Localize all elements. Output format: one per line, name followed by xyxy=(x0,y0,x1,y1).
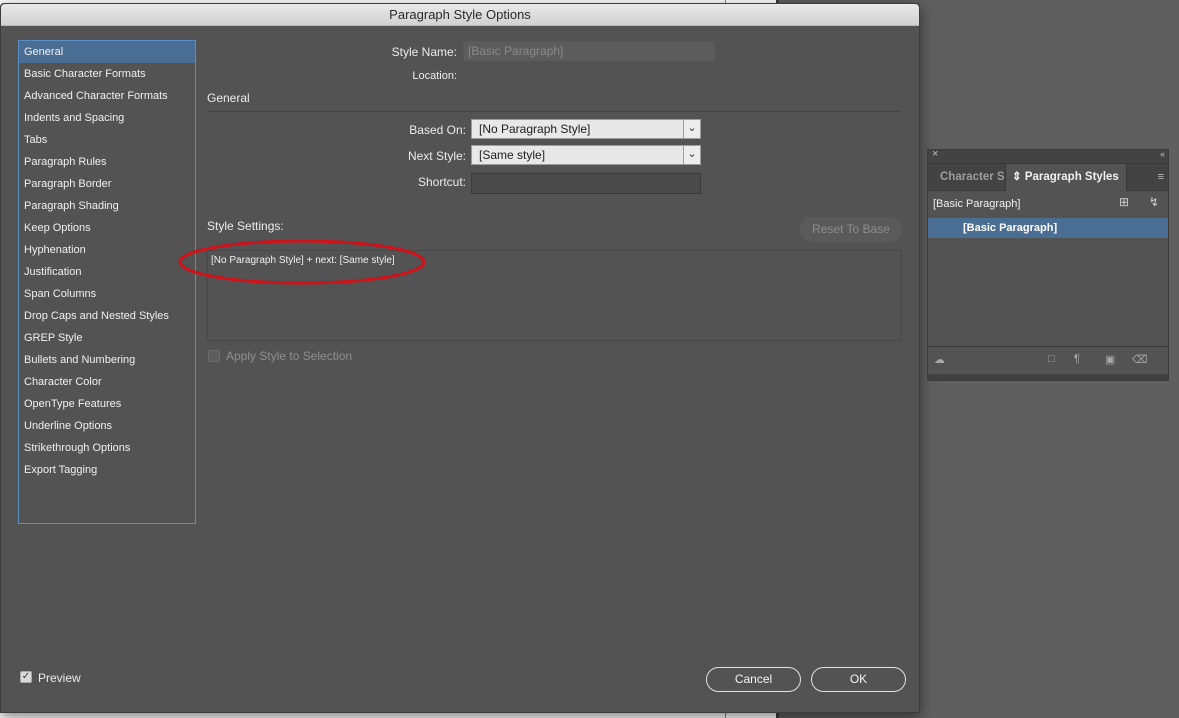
category-item[interactable]: Drop Caps and Nested Styles xyxy=(19,305,195,327)
category-item[interactable]: Indents and Spacing xyxy=(19,107,195,129)
dialog-title: Paragraph Style Options xyxy=(1,4,919,26)
category-item[interactable]: Paragraph Border xyxy=(19,173,195,195)
style-name-field[interactable]: [Basic Paragraph] xyxy=(463,41,715,61)
based-on-dropdown[interactable]: [No Paragraph Style] ⌄ xyxy=(471,119,701,139)
category-item[interactable]: Paragraph Rules xyxy=(19,151,195,173)
cancel-button[interactable]: Cancel xyxy=(706,667,801,692)
reset-to-base-button[interactable]: Reset To Base xyxy=(800,217,902,242)
category-item[interactable]: Paragraph Shading xyxy=(19,195,195,217)
based-on-label: Based On: xyxy=(409,123,466,137)
close-icon[interactable]: × xyxy=(932,148,938,160)
tab-paragraph-styles[interactable]: ⇕ Paragraph Styles xyxy=(1005,164,1127,191)
shortcut-input[interactable] xyxy=(471,173,701,194)
category-item[interactable]: Strikethrough Options xyxy=(19,437,195,459)
section-divider xyxy=(207,111,901,112)
lightning-icon[interactable]: ↯ xyxy=(1149,195,1159,209)
trash-icon[interactable]: ⌫ xyxy=(1132,353,1148,366)
next-style-label: Next Style: xyxy=(407,149,466,163)
red-highlight-ellipse xyxy=(178,239,426,285)
chevron-down-icon: ⌄ xyxy=(683,146,700,164)
panel-topbar: × ‹‹ xyxy=(928,148,1168,164)
category-list: General Basic Character Formats Advanced C… xyxy=(18,40,196,524)
new-style-icon[interactable]: ⊞ xyxy=(1119,195,1129,209)
category-item[interactable]: Character Color xyxy=(19,371,195,393)
panel-bottom-bar: ☁ □ ¶ ▣ ⌫ xyxy=(928,346,1168,374)
category-item[interactable]: Span Columns xyxy=(19,283,195,305)
chevron-down-icon: ⌄ xyxy=(683,120,700,138)
ok-button[interactable]: OK xyxy=(811,667,906,692)
style-list-item[interactable]: [Basic Paragraph] xyxy=(928,218,1168,238)
panel-tabs: Character S ⇕ Paragraph Styles ≡ xyxy=(928,164,1168,191)
preview-label: Preview xyxy=(38,671,81,685)
apply-style-checkbox[interactable] xyxy=(208,350,220,362)
category-item[interactable]: Tabs xyxy=(19,129,195,151)
shortcut-label: Shortcut: xyxy=(417,175,466,189)
resize-grip[interactable] xyxy=(928,374,1168,380)
clear-overrides-icon[interactable]: ¶ xyxy=(1074,353,1080,365)
based-on-value: [No Paragraph Style] xyxy=(479,122,591,136)
category-item[interactable]: Export Tagging xyxy=(19,459,195,481)
category-item[interactable]: Justification xyxy=(19,261,195,283)
category-item[interactable]: OpenType Features xyxy=(19,393,195,415)
category-item[interactable]: General xyxy=(19,41,195,63)
current-style-label: [Basic Paragraph] xyxy=(933,198,1021,210)
tab-character-styles[interactable]: Character S xyxy=(928,164,1005,191)
panel-menu-icon[interactable]: ≡ xyxy=(1158,171,1164,183)
apply-style-label: Apply Style to Selection xyxy=(226,349,353,363)
style-name-label: Style Name: xyxy=(391,45,457,59)
paragraph-style-options-dialog: Paragraph Style Options General Basic Cha… xyxy=(0,3,920,713)
new-icon[interactable]: ▣ xyxy=(1105,353,1115,366)
general-heading: General xyxy=(207,91,250,105)
next-style-value: [Same style] xyxy=(479,148,546,162)
location-label: Location: xyxy=(412,70,457,82)
tab-paragraph-styles-label: Paragraph Styles xyxy=(1024,171,1119,183)
folder-icon[interactable]: □ xyxy=(1048,353,1055,365)
category-item[interactable]: Hyphenation xyxy=(19,239,195,261)
category-item[interactable]: Bullets and Numbering xyxy=(19,349,195,371)
style-settings-label: Style Settings: xyxy=(207,219,284,233)
paragraph-styles-panel: × ‹‹ Character S ⇕ Paragraph Styles ≡ [B… xyxy=(927,148,1169,381)
preview-checkbox[interactable]: ✓ xyxy=(20,671,32,683)
next-style-dropdown[interactable]: [Same style] ⌄ xyxy=(471,145,701,165)
category-item[interactable]: Underline Options xyxy=(19,415,195,437)
category-item[interactable]: GREP Style xyxy=(19,327,195,349)
sort-arrows-icon: ⇕ xyxy=(1012,171,1022,183)
category-item[interactable]: Basic Character Formats xyxy=(19,63,195,85)
category-item[interactable]: Advanced Character Formats xyxy=(19,85,195,107)
cloud-icon[interactable]: ☁ xyxy=(934,353,945,366)
category-item[interactable]: Keep Options xyxy=(19,217,195,239)
collapse-icon[interactable]: ‹‹ xyxy=(1160,149,1165,159)
